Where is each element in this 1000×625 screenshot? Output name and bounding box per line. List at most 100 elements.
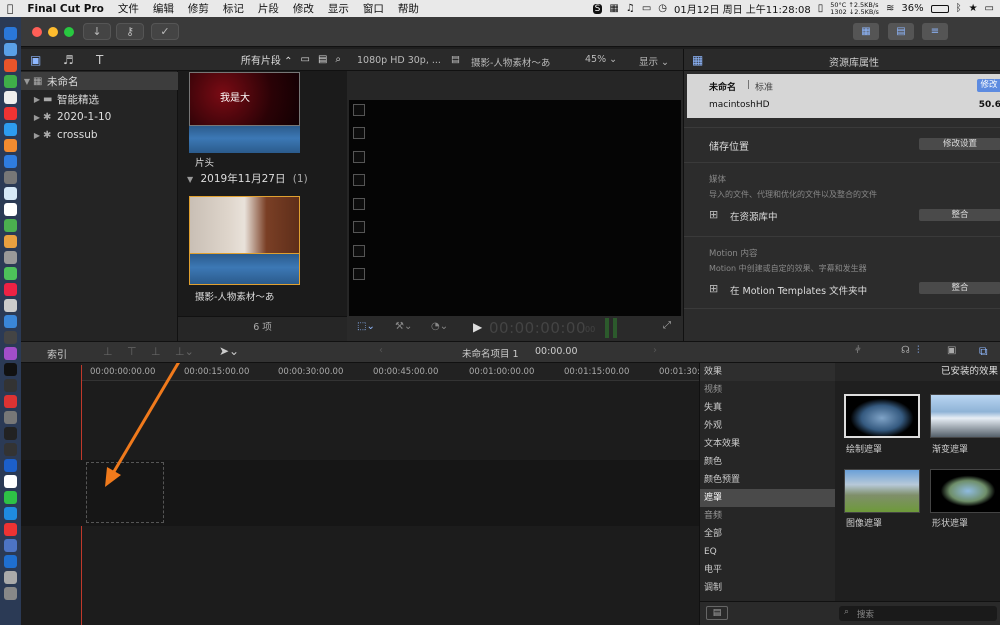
viewer-timecode[interactable]: 00:00:00:00 — [489, 319, 586, 337]
app-icon-13[interactable] — [4, 315, 17, 328]
calendar-icon[interactable] — [4, 203, 17, 216]
menu-view[interactable]: 显示 — [321, 1, 356, 16]
overlay-checkbox[interactable] — [353, 245, 365, 257]
terminal-icon[interactable] — [4, 427, 17, 440]
toggle-inspector-button[interactable]: ≡ — [922, 23, 948, 40]
zoom-dropdown[interactable]: 45% ⌄ — [585, 54, 617, 65]
battery-percent[interactable]: 36% — [901, 3, 923, 14]
app-icon-24[interactable] — [4, 555, 17, 568]
trash-icon[interactable] — [4, 587, 17, 600]
menu-trim[interactable]: 修剪 — [181, 1, 216, 16]
overlay-checkbox[interactable] — [353, 268, 365, 280]
battery-status-icon[interactable]: ▯ — [818, 3, 824, 14]
category-levels[interactable]: 电平 — [700, 561, 835, 579]
snapping-icon[interactable]: ⫶ — [917, 345, 920, 356]
category-all[interactable]: 全部 — [700, 525, 835, 543]
app-icon-14[interactable] — [4, 331, 17, 344]
headphones-icon[interactable]: ☊ — [901, 345, 910, 356]
wifi-icon[interactable]: ≋ — [886, 3, 894, 14]
category-color-presets[interactable]: 颜色预置 — [700, 471, 835, 489]
library-item-smart-collections[interactable]: ▶ ▬ 智能精选 — [21, 90, 178, 108]
category-distortion[interactable]: 失真 — [700, 399, 835, 417]
app-icon-12[interactable] — [4, 299, 17, 312]
app-icon-21[interactable] — [4, 507, 17, 520]
clock-icon[interactable]: ◷ — [658, 3, 667, 14]
library-item-event-1[interactable]: ▶ ✱ 2020-1-10 — [21, 108, 178, 126]
sidebar-toggle-icon[interactable]: ▤ — [706, 606, 728, 620]
star-icon[interactable]: ★ — [969, 3, 978, 14]
search-icon[interactable]: ⌕ — [335, 54, 341, 65]
disclosure-open-icon[interactable]: ▼ — [21, 77, 33, 86]
finder-icon[interactable] — [4, 27, 17, 40]
append-clip-icon[interactable]: ⊥ — [151, 345, 161, 358]
connect-clip-icon[interactable]: ⊥ — [103, 345, 113, 358]
app-icon-20[interactable] — [4, 491, 17, 504]
app-icon-11[interactable] — [4, 283, 17, 296]
menu-app-name[interactable]: Final Cut Pro — [20, 3, 111, 15]
app-icon-6[interactable] — [4, 187, 17, 200]
library-properties-icon[interactable]: ▦ — [692, 53, 703, 67]
vivaldi-icon[interactable] — [4, 395, 17, 408]
app-icon-9[interactable] — [4, 251, 17, 264]
podcasts-icon[interactable] — [4, 347, 17, 360]
sensor-readout[interactable]: 50°C ↑2.5KB/s 1302 ↓2.5KB/s — [830, 1, 879, 16]
app-icon-16[interactable] — [4, 379, 17, 392]
category-video[interactable]: 视频 — [700, 381, 835, 399]
close-window-button[interactable] — [32, 27, 42, 37]
consolidate-media-button[interactable]: 整合 — [919, 209, 1000, 221]
disclosure-open-icon[interactable]: ▼ — [187, 175, 193, 184]
filmstrip-view-icon[interactable]: ▭ — [300, 54, 309, 65]
app-icon-17[interactable] — [4, 411, 17, 424]
overwrite-clip-icon[interactable]: ⊥⌄ — [175, 345, 194, 358]
music-icon[interactable]: ♫ — [626, 3, 635, 14]
app-icon-5[interactable] — [4, 171, 17, 184]
app-icon-15[interactable] — [4, 363, 17, 376]
toggle-browser-button[interactable]: ▦ — [853, 23, 879, 40]
app-icon-2[interactable] — [4, 107, 17, 120]
category-masks-selected[interactable]: 遮罩 — [700, 489, 835, 507]
transitions-browser-icon[interactable]: ⧉ — [979, 344, 988, 359]
clip-filter-dropdown[interactable]: 所有片段 ⌃ — [241, 52, 293, 67]
toggle-timeline-button[interactable]: ▤ — [888, 23, 914, 40]
event-group-header[interactable]: ▼ 2019年11月27日 (1) — [187, 171, 308, 186]
effect-draw-mask-thumb[interactable] — [844, 394, 920, 438]
yandex-icon[interactable] — [4, 475, 17, 488]
app-icon-19[interactable] — [4, 459, 17, 472]
app-icon-7[interactable] — [4, 219, 17, 232]
transform-icon[interactable]: ⬚⌄ — [357, 321, 375, 332]
overlay-checkbox[interactable] — [353, 174, 365, 186]
app-icon-4[interactable] — [4, 139, 17, 152]
consolidate-motion-button[interactable]: 整合 — [919, 282, 1000, 294]
app-icon-8[interactable] — [4, 235, 17, 248]
category-modulation[interactable]: 调制 — [700, 579, 835, 597]
back-arrow-icon[interactable]: ‹ — [379, 345, 383, 356]
apple-menu-icon[interactable]:  — [0, 3, 20, 15]
retime-speed-icon[interactable]: ◔⌄ — [431, 321, 448, 332]
bluetooth-icon[interactable]: ᛒ — [956, 3, 962, 14]
modify-library-button[interactable]: 修改 — [977, 79, 1000, 92]
zoom-window-button[interactable] — [64, 27, 74, 37]
category-color[interactable]: 颜色 — [700, 453, 835, 471]
play-button[interactable]: ▶ — [473, 320, 482, 334]
category-looks[interactable]: 外观 — [700, 417, 835, 435]
library-item-event-2[interactable]: ▶ ✱ crossub — [21, 126, 178, 144]
datetime[interactable]: 01月12日 周日 上午11:28:08 — [674, 1, 811, 16]
siri-s-icon[interactable]: S — [592, 3, 603, 14]
menu-window[interactable]: 窗口 — [356, 1, 391, 16]
menu-modify[interactable]: 修改 — [286, 1, 321, 16]
disclosure-closed-icon[interactable]: ▶ — [31, 131, 43, 140]
effects-browser-icon[interactable]: ▣ — [947, 345, 956, 356]
list-view-icon[interactable]: ▤ — [318, 54, 327, 65]
launchpad-icon[interactable] — [4, 43, 17, 56]
overlay-checkbox[interactable] — [353, 221, 365, 233]
app-icon-3[interactable] — [4, 123, 17, 136]
keywords-button[interactable]: ⚷ — [116, 23, 144, 40]
app-icon-18[interactable] — [4, 443, 17, 456]
select-tool-icon[interactable]: ➤⌄ — [219, 344, 239, 358]
search-field[interactable]: ⌕ 搜索 — [839, 606, 997, 621]
effect-shape-mask-thumb[interactable] — [930, 469, 1000, 513]
photos-audio-icon[interactable]: ♬ — [63, 53, 74, 67]
effect-image-mask-thumb[interactable] — [844, 469, 920, 513]
grid-icon[interactable]: ▦ — [609, 3, 618, 14]
import-button[interactable]: ↓ — [83, 23, 111, 40]
